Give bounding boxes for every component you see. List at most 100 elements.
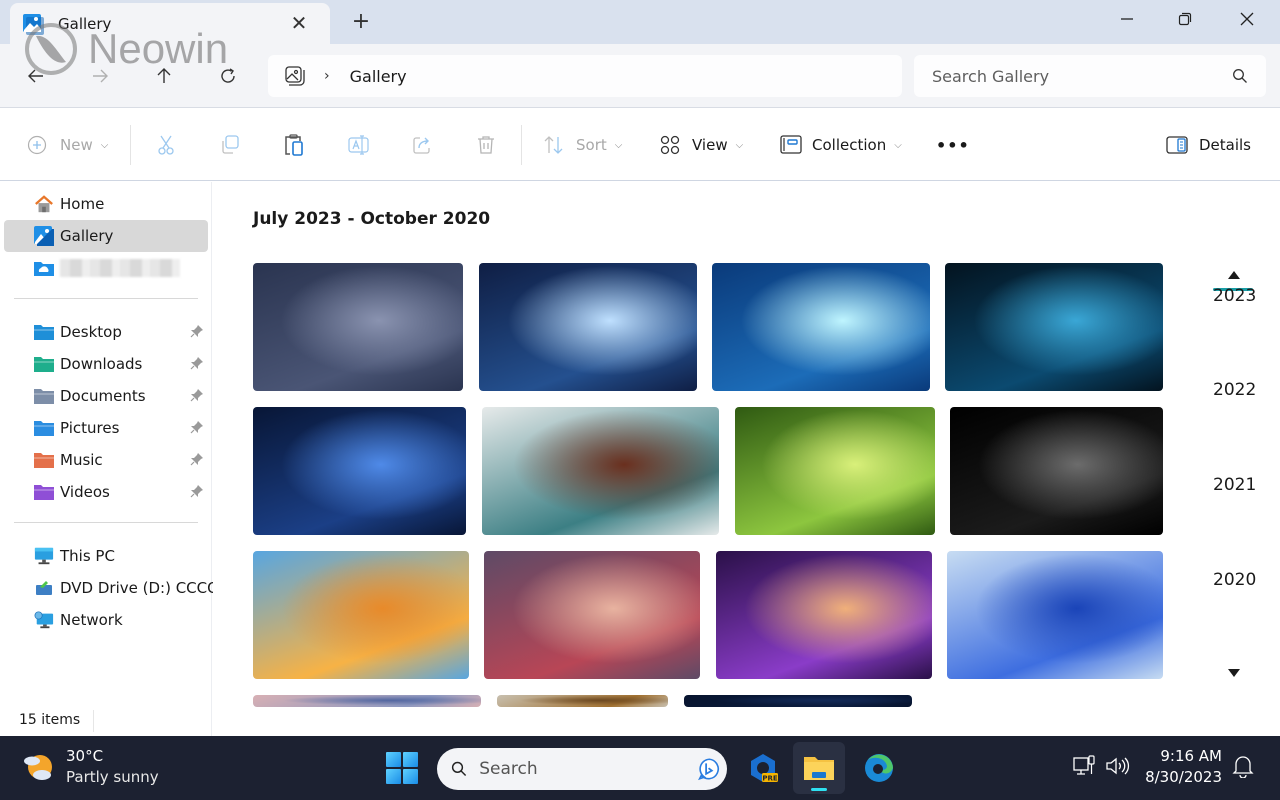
arrow-up-icon — [157, 68, 171, 83]
restore-button[interactable] — [1162, 6, 1208, 32]
start-button[interactable] — [386, 752, 418, 784]
share-button[interactable] — [411, 131, 433, 159]
collection-icon — [780, 135, 802, 154]
search-gallery-input[interactable] — [932, 66, 1232, 86]
timeline-down-arrow-icon[interactable] — [1228, 669, 1240, 677]
navigation-pane: Home Gallery Desktop Downloads Documents Pi… — [0, 182, 219, 736]
sidebar-item-label: DVD Drive (D:) CCCO — [60, 579, 219, 597]
sidebar-item-label: This PC — [60, 547, 115, 565]
gallery-thumbnail-windows-11-bloom-purple[interactable] — [716, 551, 932, 679]
gallery-thumbnail-night-sky[interactable] — [684, 695, 912, 707]
sidebar-item-label: Videos — [60, 483, 110, 501]
sidebar-item-documents[interactable]: Documents — [4, 380, 208, 412]
refresh-button[interactable] — [214, 62, 242, 90]
sidebar-item-videos[interactable]: Videos — [4, 476, 208, 508]
downloads-folder-icon — [34, 355, 54, 373]
timeline-scrubber[interactable]: 2023 2022 2021 2020 — [1180, 262, 1280, 692]
close-tab-button[interactable]: ✕ — [288, 12, 310, 34]
pictures-folder-icon — [34, 419, 54, 437]
breadcrumb-gallery[interactable]: Gallery — [350, 67, 407, 86]
weather-widget[interactable]: 30°C Partly sunny — [22, 746, 159, 788]
dvd-drive-icon — [34, 579, 54, 597]
details-pane-button[interactable]: Details — [1166, 131, 1251, 159]
sidebar-item-this-pc[interactable]: This PC — [4, 540, 208, 572]
sidebar-item-label: Home — [60, 195, 105, 213]
pin-icon[interactable] — [190, 420, 204, 434]
pin-icon[interactable] — [190, 452, 204, 466]
gallery-thumbnail-windows-11-bloom-dark-teal[interactable] — [945, 263, 1163, 391]
sidebar-item-dvd-drive[interactable]: DVD Drive (D:) CCCO — [4, 572, 219, 604]
taskbar-file-explorer[interactable] — [793, 742, 845, 794]
gallery-thumbnail-pastel-sky[interactable] — [253, 695, 481, 707]
pin-icon[interactable] — [190, 356, 204, 370]
timeline-year-2021[interactable]: 2021 — [1213, 475, 1256, 495]
tab-gallery[interactable]: Gallery ✕ — [10, 3, 330, 44]
volume-icon[interactable] — [1104, 754, 1130, 782]
gallery-thumbnail-windows-11-bloom-light[interactable] — [947, 551, 1163, 679]
sidebar-item-label: Network — [60, 611, 123, 629]
taskbar-outlook-pre[interactable]: PRE — [737, 742, 789, 794]
cut-button[interactable] — [155, 131, 177, 159]
sidebar-item-label: Pictures — [60, 419, 120, 437]
edge-icon — [865, 754, 893, 782]
collection-label: Collection — [812, 136, 887, 154]
taskbar-search-box[interactable] — [437, 748, 727, 790]
gallery-thumbnail-forest-canopy[interactable] — [735, 407, 935, 535]
details-label: Details — [1199, 136, 1252, 154]
copy-button[interactable] — [219, 131, 241, 159]
pin-icon[interactable] — [190, 484, 204, 498]
sort-button[interactable]: Sort ⌵ — [543, 131, 622, 159]
sidebar-item-desktop[interactable]: Desktop — [4, 316, 208, 348]
taskbar-search-input[interactable] — [479, 759, 699, 779]
new-button[interactable]: New ⌵ — [27, 131, 108, 159]
pin-icon[interactable] — [190, 388, 204, 402]
pin-icon[interactable] — [190, 324, 204, 338]
onedrive-folder-icon — [34, 259, 54, 277]
timeline-up-arrow-icon[interactable] — [1228, 271, 1240, 279]
new-tab-button[interactable]: + — [350, 11, 372, 34]
bing-chat-icon[interactable] — [698, 755, 721, 783]
collection-button[interactable]: Collection ⌵ — [780, 131, 902, 159]
paste-button[interactable] — [283, 131, 305, 159]
gallery-thumbnail-mountain-valley[interactable] — [482, 407, 719, 535]
gallery-thumbnail-windows-11-bloom-black[interactable] — [950, 407, 1163, 535]
gallery-thumbnail-windows-11-bloom-blue[interactable] — [253, 407, 466, 535]
sidebar-item-gallery[interactable]: Gallery — [4, 220, 208, 252]
timeline-year-2023[interactable]: 2023 — [1213, 286, 1256, 306]
sidebar-item-label: Music — [60, 451, 103, 469]
close-icon — [1240, 12, 1254, 26]
gallery-thumbnail-underwater-rays[interactable] — [712, 263, 930, 391]
rename-button[interactable] — [347, 131, 371, 159]
gallery-thumbnail-macos-ventura[interactable] — [253, 551, 469, 679]
taskbar-edge[interactable] — [853, 742, 905, 794]
gallery-thumbnail-pink-dunes-lake[interactable] — [484, 551, 700, 679]
navigation-bar: › Gallery — [0, 44, 1280, 108]
timeline-year-2020[interactable]: 2020 — [1213, 570, 1256, 590]
sidebar-divider — [14, 298, 198, 299]
gallery-thumbnail-misty-mountains[interactable] — [253, 263, 463, 391]
gallery-thumbnail-golden-rocks[interactable] — [497, 695, 668, 707]
sidebar-item-music[interactable]: Music — [4, 444, 208, 476]
sidebar-item-downloads[interactable]: Downloads — [4, 348, 208, 380]
address-bar[interactable]: › Gallery — [268, 55, 902, 97]
view-button[interactable]: View ⌵ — [660, 131, 743, 159]
network-status-icon[interactable] — [1072, 754, 1096, 782]
search-gallery-box[interactable] — [914, 55, 1266, 97]
sidebar-item-onedrive[interactable] — [4, 252, 208, 284]
sidebar-item-network[interactable]: Network — [4, 604, 208, 636]
notification-bell-icon[interactable] — [1232, 754, 1254, 782]
breadcrumb-chevron-icon[interactable]: › — [324, 68, 330, 84]
sidebar-item-home[interactable]: Home — [4, 188, 208, 220]
forward-button[interactable] — [86, 62, 114, 90]
tab-title: Gallery — [58, 14, 112, 33]
system-clock[interactable]: 9:16 AM 8/30/2023 — [1136, 746, 1222, 788]
timeline-year-2022[interactable]: 2022 — [1213, 380, 1256, 400]
up-button[interactable] — [150, 62, 178, 90]
close-window-button[interactable] — [1224, 6, 1270, 32]
more-options-button[interactable]: ••• — [936, 131, 970, 159]
sidebar-item-pictures[interactable]: Pictures — [4, 412, 208, 444]
delete-button[interactable] — [475, 131, 497, 159]
back-button[interactable] — [22, 62, 50, 90]
minimize-button[interactable] — [1104, 6, 1150, 32]
gallery-thumbnail-windows-10-hero[interactable] — [479, 263, 697, 391]
